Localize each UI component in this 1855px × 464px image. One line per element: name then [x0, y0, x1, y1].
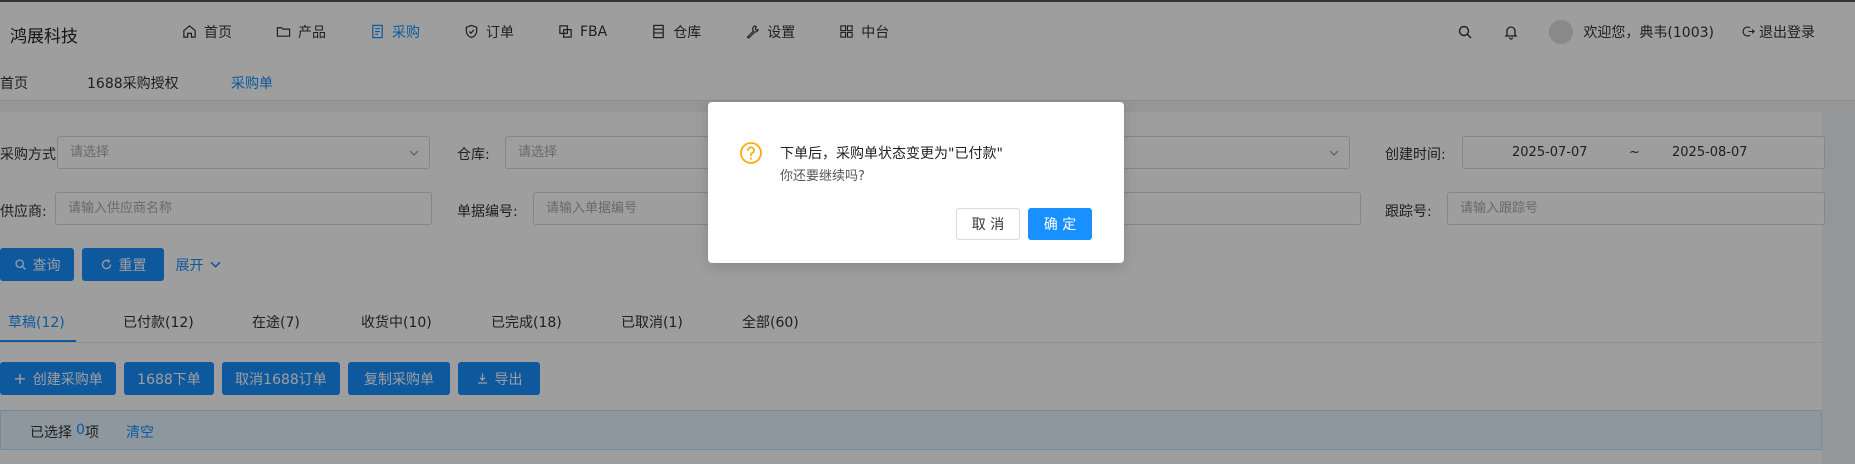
confirm-dialog: 下单后，采购单状态变更为"已付款" 你还要继续吗? 取 消 确 定	[708, 102, 1124, 263]
dialog-cancel-button[interactable]: 取 消	[956, 208, 1020, 240]
question-circle-icon	[740, 142, 762, 164]
dialog-title: 下单后，采购单状态变更为"已付款"	[780, 146, 1003, 162]
dialog-ok-button[interactable]: 确 定	[1028, 208, 1092, 240]
dialog-message: 你还要继续吗?	[780, 169, 865, 184]
